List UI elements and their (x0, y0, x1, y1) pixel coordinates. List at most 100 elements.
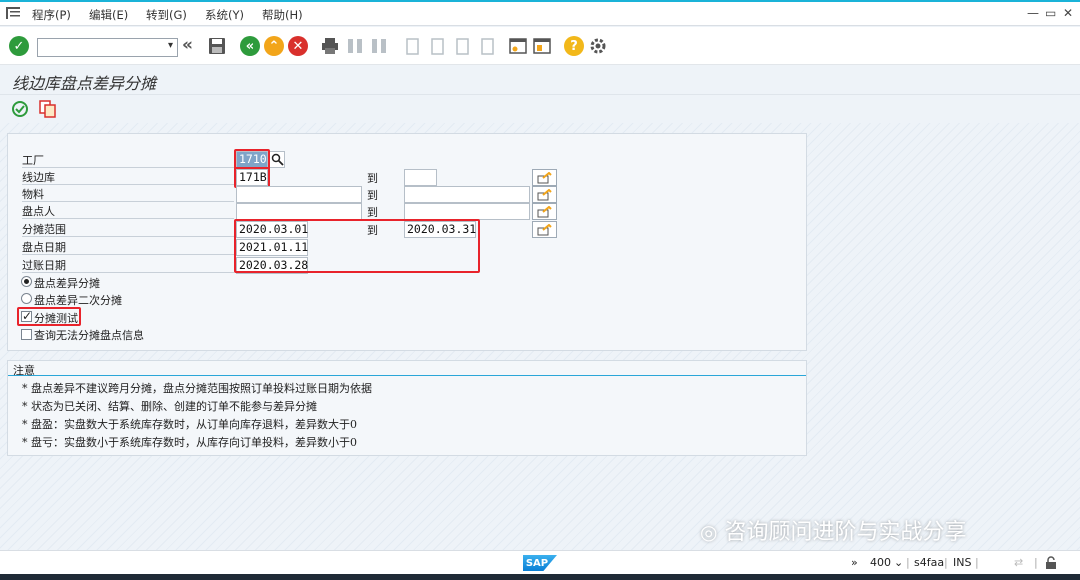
standard-toolbar: ✓ ▾ « « ⌃ ✕ ? (0, 27, 1080, 65)
close-window-icon[interactable]: ✕ (1063, 6, 1073, 20)
counter-label-row: 盘点人 (22, 202, 234, 219)
counter-from-input[interactable] (236, 203, 362, 220)
posting-date-label-row: 过账日期 (22, 256, 234, 273)
chevron-down-icon[interactable]: ▾ (168, 40, 173, 51)
multiple-selection-icon (537, 171, 552, 183)
sap-logo: SAP (523, 555, 557, 571)
note-line: * 盘点差异不建议跨月分摊，盘点分摊范围按照订单投料过账日期为依据 (22, 382, 372, 395)
double-left-icon[interactable]: « (182, 35, 193, 55)
count-date-label: 盘点日期 (22, 241, 66, 254)
next-page-icon (456, 38, 469, 55)
line-storage-multiple-selection-button[interactable] (532, 169, 557, 186)
menu-help[interactable]: 帮助(H) (262, 7, 303, 23)
get-variant-icon[interactable] (39, 100, 57, 118)
menu-program[interactable]: 程序(P) (32, 7, 71, 23)
menu-edit[interactable]: 编辑(E) (89, 7, 128, 23)
note-line: * 盘盈：实盘数大于系统库存数时，从订单向库存退料，差异数大于0 (22, 418, 357, 431)
line-storage-label: 线边库 (22, 171, 55, 184)
menu-icon[interactable] (6, 7, 20, 19)
create-session-icon[interactable] (508, 36, 528, 56)
menu-goto[interactable]: 转到(G) (146, 7, 187, 23)
shortcut-icon[interactable] (532, 36, 552, 56)
menu-bar: 程序(P) 编辑(E) 转到(G) 系统(Y) 帮助(H) — ▭ ✕ (0, 2, 1080, 26)
material-multiple-selection-button[interactable] (532, 186, 557, 203)
counter-label: 盘点人 (22, 205, 55, 218)
search-help-button[interactable] (269, 151, 285, 168)
line-storage-to-label: 到 (367, 172, 378, 185)
wechat-icon: ◎ (700, 520, 718, 544)
execute-icon[interactable] (11, 100, 29, 118)
status-system: s4faa (914, 556, 945, 569)
line-storage-to-input[interactable] (404, 169, 437, 186)
radio-count-difference-allocation[interactable] (21, 276, 32, 287)
back-icon[interactable]: « (240, 36, 260, 56)
radio-count-difference-allocation-label: 盘点差异分摊 (34, 277, 100, 290)
title-bar: 线边库盘点差异分摊 (0, 65, 1080, 95)
command-field[interactable]: ▾ (37, 38, 178, 57)
taskbar-strip (0, 574, 1080, 580)
allocation-range-label: 分摊范围 (22, 223, 66, 236)
highlight-allocation-test (17, 307, 81, 326)
find-next-icon (372, 39, 386, 53)
enter-check-icon[interactable]: ✓ (9, 36, 29, 56)
first-page-icon (406, 38, 419, 55)
counter-multiple-selection-button[interactable] (532, 203, 557, 220)
checkbox-query-unallocatable[interactable] (21, 329, 32, 340)
last-page-icon (481, 38, 494, 55)
status-separator: | (975, 556, 979, 569)
posting-date-label: 过账日期 (22, 259, 66, 272)
restore-icon[interactable]: ▭ (1045, 6, 1056, 20)
print-icon[interactable] (320, 36, 340, 56)
selection-panel: 工厂 1710 线边库 171B 到 物料 到 盘点人 到 分摊范围 2020.… (7, 133, 807, 351)
allocation-range-multiple-selection-button[interactable] (532, 221, 557, 238)
status-separator: | (1034, 556, 1038, 569)
multiple-selection-icon (537, 188, 552, 200)
allocation-range-label-row: 分摊范围 (22, 220, 234, 237)
radio-second-allocation[interactable] (21, 293, 32, 304)
material-label: 物料 (22, 188, 44, 201)
plant-label: 工厂 (22, 154, 44, 167)
chevron-down-icon[interactable]: ⌄ (894, 556, 903, 569)
note-line: * 状态为已关闭、结算、删除、创建的订单不能参与差异分摊 (22, 400, 317, 413)
find-icon (348, 39, 362, 53)
exit-icon[interactable]: ⌃ (264, 36, 284, 56)
status-expand-icon[interactable]: » (851, 556, 858, 569)
material-to-input[interactable] (404, 186, 530, 203)
line-storage-label-row: 线边库 (22, 168, 234, 185)
notes-panel: 注意 * 盘点差异不建议跨月分摊，盘点分摊范围按照订单投料过账日期为依据 * 状… (7, 360, 807, 456)
plant-label-row: 工厂 (22, 151, 234, 168)
material-label-row: 物料 (22, 185, 234, 202)
help-icon[interactable]: ? (564, 36, 584, 56)
material-from-input[interactable] (236, 186, 362, 203)
lock-icon[interactable] (1044, 556, 1058, 570)
status-bar: SAP » 400 ⌄ | s4faa | INS | ⇄ | (0, 550, 1080, 574)
cancel-icon[interactable]: ✕ (288, 36, 308, 56)
material-to-label: 到 (367, 189, 378, 202)
status-separator: | (944, 556, 948, 569)
checkbox-query-unallocatable-label: 查询无法分摊盘点信息 (34, 329, 144, 342)
connection-icon: ⇄ (1014, 556, 1024, 569)
search-icon (271, 153, 284, 166)
status-client: 400 (870, 556, 891, 569)
previous-page-icon (431, 38, 444, 55)
multiple-selection-icon (537, 223, 552, 235)
multiple-selection-icon (537, 205, 552, 217)
menu-system[interactable]: 系统(Y) (205, 7, 244, 23)
save-icon[interactable] (207, 36, 227, 56)
note-line: * 盘亏：实盘数小于系统库存数时，从库存向订单投料，差异数小于0 (22, 436, 357, 449)
radio-second-allocation-label: 盘点差异二次分摊 (34, 294, 122, 307)
counter-to-label: 到 (367, 206, 378, 219)
watermark-text: 咨询顾问进阶与实战分享 (724, 520, 967, 545)
status-mode: INS (953, 556, 972, 569)
counter-to-input[interactable] (404, 203, 530, 220)
page-title: 线边库盘点差异分摊 (12, 74, 157, 93)
gear-icon[interactable] (588, 36, 608, 56)
notes-heading: 注意 (13, 364, 35, 377)
watermark: ◎ 咨询顾问进阶与实战分享 (700, 514, 966, 546)
highlight-date-fields (234, 219, 480, 273)
notes-header: 注意 (8, 361, 806, 377)
count-date-label-row: 盘点日期 (22, 238, 234, 255)
status-separator: | (906, 556, 910, 569)
highlight-line-storage (234, 167, 270, 188)
minimize-icon[interactable]: — (1027, 6, 1039, 20)
